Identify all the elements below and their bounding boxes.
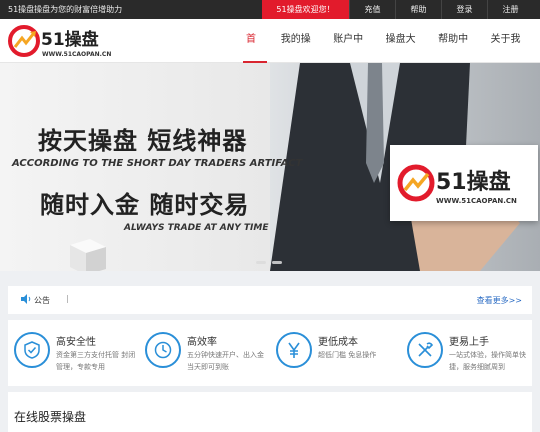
section-title: 在线股票操盘: [14, 410, 87, 424]
help-link[interactable]: 帮助: [395, 0, 441, 19]
banner-subtitle-2: ALWAYS TRADE AT ANY TIME: [124, 223, 269, 233]
nav-account[interactable]: 账户中心: [330, 19, 371, 87]
business-card: 51操盘 WWW.51CAOPAN.CN: [390, 145, 538, 221]
feature-title: 更易上手: [449, 337, 489, 348]
banner-subtitle-1: ACCORDING TO THE SHORT DAY TRADERS ARTIF…: [12, 158, 303, 169]
feature-title: 高安全性: [56, 337, 96, 348]
feature-desc: 一站式体验，操作简单快捷，服务细腻周到: [449, 351, 526, 371]
logo-url: WWW.51CAOPAN.CN: [42, 51, 111, 58]
feature-low-cost: 更低成本 超低门槛 免息操作: [270, 320, 401, 386]
feature-desc: 五分钟快速开户、出入金当天即可到账: [187, 351, 264, 371]
top-links: 充值 帮助 登录 注册: [349, 0, 533, 19]
hero-banner[interactable]: 按天操盘 短线神器 ACCORDING TO THE SHORT DAY TRA…: [0, 63, 540, 271]
banner-title-1: 按天操盘 短线神器: [38, 127, 248, 155]
notice-bar: 公告 | 查看更多>>: [8, 286, 532, 314]
feature-efficiency: 高效率 五分钟快速开户、出入金当天即可到账: [139, 320, 270, 386]
shield-icon: [14, 332, 50, 368]
feature-security: 高安全性 资金第三方支付托管 封闭管理，专款专用: [8, 320, 139, 386]
nav-about[interactable]: 关于我们: [488, 19, 529, 87]
card-url: WWW.51CAOPAN.CN: [436, 197, 517, 205]
top-bar: 51操盘操盘为您的财富倍增助力 51操盘欢迎您！ 充值 帮助 登录 注册: [0, 0, 540, 19]
main-nav: 首页 我的操盘 账户中心 操盘大赛 帮助中心 关于我们: [243, 19, 540, 87]
cube-icon: [70, 239, 106, 271]
feature-title: 高效率: [187, 337, 217, 348]
speaker-icon: [21, 294, 31, 304]
site-slogan: 51操盘操盘为您的财富倍增助力: [8, 5, 123, 14]
recharge-link[interactable]: 充值: [349, 0, 395, 19]
logo-name: 51操盘: [41, 29, 99, 50]
welcome-badge: 51操盘欢迎您！: [262, 0, 349, 19]
features-row: 高安全性 资金第三方支付托管 封闭管理，专款专用 高效率 五分钟快速开户、出入金…: [8, 320, 532, 386]
logo-mark-icon: 51操盘 WWW.51CAOPAN.CN: [8, 25, 111, 58]
card-name: 51操盘: [436, 169, 511, 195]
feature-desc: 超低门槛 免息操作: [318, 351, 377, 359]
feature-desc: 资金第三方支付托管 封闭管理，专款专用: [56, 351, 136, 371]
carousel-dot-1[interactable]: [256, 261, 266, 264]
nav-my-trading[interactable]: 我的操盘: [278, 19, 319, 87]
feature-easy: 更易上手 一站式体验，操作简单快捷，服务细腻周到: [401, 320, 532, 386]
view-more-link[interactable]: 查看更多>>: [477, 295, 522, 306]
stock-trading-section: 在线股票操盘: [8, 392, 532, 432]
register-link[interactable]: 注册: [487, 0, 533, 19]
login-link[interactable]: 登录: [441, 0, 487, 19]
header: 51操盘 WWW.51CAOPAN.CN 首页 我的操盘 账户中心 操盘大赛 帮…: [0, 19, 540, 87]
notice-separator: |: [66, 294, 69, 303]
yuan-icon: [276, 332, 312, 368]
carousel-dots: [256, 261, 282, 264]
nav-help[interactable]: 帮助中心: [435, 19, 476, 87]
tools-icon: [407, 332, 443, 368]
feature-title: 更低成本: [318, 337, 358, 348]
notice-label: 公告: [34, 296, 50, 305]
site-logo[interactable]: 51操盘 WWW.51CAOPAN.CN: [6, 23, 116, 59]
clock-icon: [145, 332, 181, 368]
nav-home[interactable]: 首页: [243, 19, 267, 87]
carousel-dot-2[interactable]: [272, 261, 282, 264]
nav-contest[interactable]: 操盘大赛: [383, 19, 424, 87]
banner-title-2: 随时入金 随时交易: [40, 191, 250, 219]
card-logo-icon: 51操盘 WWW.51CAOPAN.CN: [397, 164, 517, 205]
